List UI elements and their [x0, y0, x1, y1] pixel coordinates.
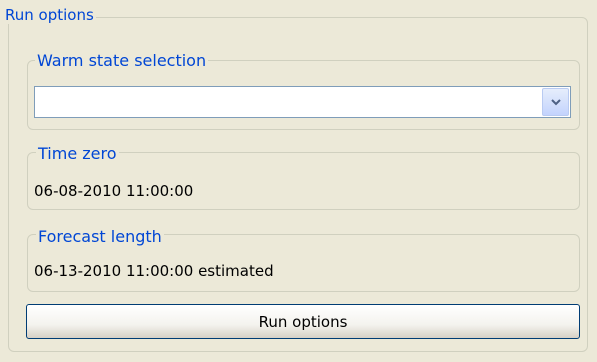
run-options-button[interactable]: Run options: [26, 304, 580, 339]
forecast-length-group-title: Forecast length: [36, 227, 164, 246]
run-options-panel: Run options Warm state selection Time ze…: [0, 0, 597, 362]
run-options-group-title: Run options: [3, 6, 96, 24]
warm-state-group-title: Warm state selection: [35, 51, 209, 70]
warm-state-select[interactable]: [34, 86, 571, 118]
time-zero-value: 06-08-2010 11:00:00: [34, 182, 194, 200]
warm-state-dropdown-button[interactable]: [542, 88, 569, 116]
chevron-down-icon: [551, 99, 561, 106]
time-zero-group-title: Time zero: [36, 144, 119, 163]
forecast-length-value: 06-13-2010 11:00:00 estimated: [34, 262, 274, 280]
